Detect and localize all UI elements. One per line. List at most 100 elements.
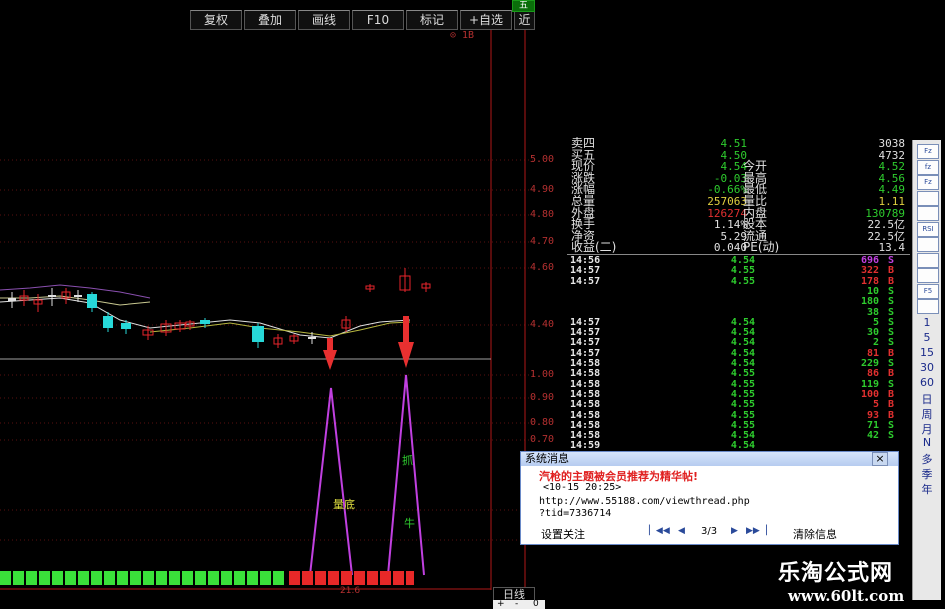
sidebar-tool-icon[interactable]: Fz [917, 144, 939, 159]
system-message-popup[interactable]: 系统消息 × 汽枪的主题被会员推荐为精华帖! <10-15 20:25> htt… [520, 451, 899, 545]
tick-time: 14:57 [570, 347, 601, 359]
quote-row: 收益(二) 0.040 PE(动) 13.4 [567, 240, 910, 255]
grab-annotation: 抓 [402, 454, 413, 467]
sidebar-tool-icon[interactable] [917, 299, 939, 314]
quote-value: 126274 [707, 206, 747, 220]
sidebar-period-2[interactable]: 15 [913, 346, 941, 359]
tick-volume: 30 [866, 327, 879, 339]
popup-first-button[interactable]: ▏◀◀ [649, 526, 670, 536]
quote-label: 收益(二) [571, 240, 617, 255]
tick-row: 14:58 4.55 100 B [567, 388, 910, 400]
quote-row: 总量 257063 量比 1.11 [567, 195, 910, 207]
sidebar-tool-icon[interactable]: Fz [917, 175, 939, 190]
tick-time: 14:57 [570, 316, 601, 328]
candlestick-chart-panel[interactable]: ⊙ 1B 5.00 4.90 4.80 4.70 4.60 4.40 1.00 … [0, 30, 554, 602]
popup-last-button[interactable]: ▶▶▕ [746, 526, 767, 536]
quote-value-2: 22.5亿 [867, 218, 906, 232]
tick-volume: 5 [872, 399, 879, 411]
tick-time: 14:59 [570, 440, 601, 452]
tick-side: S [887, 285, 895, 297]
tick-row: 14:57 4.54 30 S [567, 327, 910, 339]
signal-spike-1 [309, 387, 353, 576]
sidebar-tool-icon[interactable] [917, 252, 939, 268]
tick-volume: 93 [866, 409, 879, 421]
zoom-out-button[interactable]: - [515, 599, 518, 609]
add-watchlist-button[interactable]: +自选 [460, 10, 512, 30]
draw-line-button[interactable]: 画线 [298, 10, 350, 30]
tick-row: 14:57 4.54 2 S [567, 337, 910, 349]
tick-row: 14:59 4.54 [567, 440, 910, 452]
tick-price: 4.54 [730, 316, 755, 328]
tick-row: 14:56 4.54 696 S [567, 256, 910, 266]
tick-time: 14:58 [570, 358, 601, 369]
quote-row: 净资 5.29 流通 22.5亿 [567, 230, 910, 242]
tick-price: 4.54 [730, 358, 755, 369]
sidebar-period-3[interactable]: 30 [913, 361, 941, 374]
tick-volume: 100 [860, 388, 879, 400]
popup-url-line2[interactable]: ?tid=7336714 [539, 508, 611, 519]
sidebar-tool-icon[interactable] [917, 268, 939, 283]
tick-volume: 2 [872, 337, 879, 349]
tick-row: 14:58 4.54 42 S [567, 430, 910, 442]
sidebar-period-1[interactable]: 5 [913, 331, 941, 344]
tick-side: S [887, 378, 895, 390]
tick-side: B [887, 399, 895, 411]
popup-close-button[interactable]: × [872, 452, 888, 466]
tick-row: 14:57 4.54 81 B [567, 347, 910, 359]
sidebar-period-11[interactable]: 年 [913, 481, 941, 497]
quote-value-2: 4.49 [878, 183, 906, 197]
popup-prev-button[interactable]: ◀ [678, 526, 685, 536]
sidebar-period-6[interactable]: 周 [913, 406, 941, 422]
sidebar-period-5[interactable]: 日 [913, 391, 941, 407]
sidebar-tool-icon[interactable] [917, 206, 939, 221]
tick-volume: 5 [872, 316, 879, 328]
bull-annotation: 牛 [404, 517, 415, 530]
sidebar-period-8[interactable]: N [913, 436, 941, 449]
adjust-button[interactable]: 复权 [190, 10, 242, 30]
tick-price: 4.55 [730, 265, 755, 277]
tick-time: 14:58 [570, 430, 601, 442]
popup-settings-link[interactable]: 设置关注 [541, 526, 585, 542]
popup-titlebar: 系统消息 × [521, 452, 898, 466]
zoom-reset-button[interactable]: 0 [533, 599, 539, 609]
mark-button[interactable]: 标记 [406, 10, 458, 30]
tick-time: 14:58 [570, 388, 601, 400]
sidebar-tool-icon[interactable]: fz [917, 159, 939, 175]
recent-button[interactable]: 近 [514, 10, 535, 30]
sidebar-period-9[interactable]: 多 [913, 451, 941, 467]
sidebar-period-7[interactable]: 月 [913, 421, 941, 437]
quote-value: 4.50 [720, 148, 748, 162]
buy-arrow-2 [398, 316, 414, 368]
tick-list[interactable]: 14:56 4.54 696 S 14:57 4.55 322 B 14:57 4.55 178 B 1… [567, 254, 910, 601]
f10-button[interactable]: F10 [352, 10, 404, 30]
chart-canvas [0, 30, 533, 600]
sidebar-period-4[interactable]: 60 [913, 376, 941, 389]
sidebar-period-0[interactable]: 1 [913, 316, 941, 329]
tick-volume: 86 [866, 368, 879, 380]
tick-price: 4.54 [730, 327, 755, 339]
quote-label-2: PE(动) [743, 240, 780, 255]
price-tick-500: 5.00 [530, 154, 555, 165]
sidebar-tool-icon[interactable] [917, 237, 939, 252]
sidebar-tool-icon[interactable] [917, 190, 939, 206]
overlay-button[interactable]: 叠加 [244, 10, 296, 30]
sidebar-tool-icon[interactable]: RSI [917, 221, 939, 237]
price-tick-460: 4.60 [530, 262, 555, 273]
window-five-button[interactable]: 五 [512, 0, 535, 12]
popup-next-button[interactable]: ▶ [731, 526, 738, 536]
popup-url-line1[interactable]: http://www.55188.com/viewthread.php [539, 496, 750, 507]
zoom-in-button[interactable]: + [497, 599, 505, 609]
volume-bottom-annotation: 量底 [333, 498, 355, 511]
sidebar-period-10[interactable]: 季 [913, 466, 941, 482]
tick-price: 4.54 [730, 440, 755, 452]
quote-value-2: 4732 [878, 148, 906, 162]
quote-value-2: 130789 [865, 206, 905, 220]
sidebar-tool-icon[interactable]: F5 [917, 283, 939, 299]
volume-histogram [0, 571, 414, 585]
tool-sidebar: Fz fz Fz RSI F5 1 5 15 30 60 日周月 N 多季年 [912, 140, 941, 600]
tick-row: 14:58 4.55 5 B [567, 399, 910, 411]
popup-clear-button[interactable]: 清除信息 [793, 526, 837, 542]
quote-value-2: 3038 [878, 137, 906, 150]
tick-row: 14:58 4.55 119 S [567, 378, 910, 390]
tick-volume: 71 [866, 419, 879, 431]
